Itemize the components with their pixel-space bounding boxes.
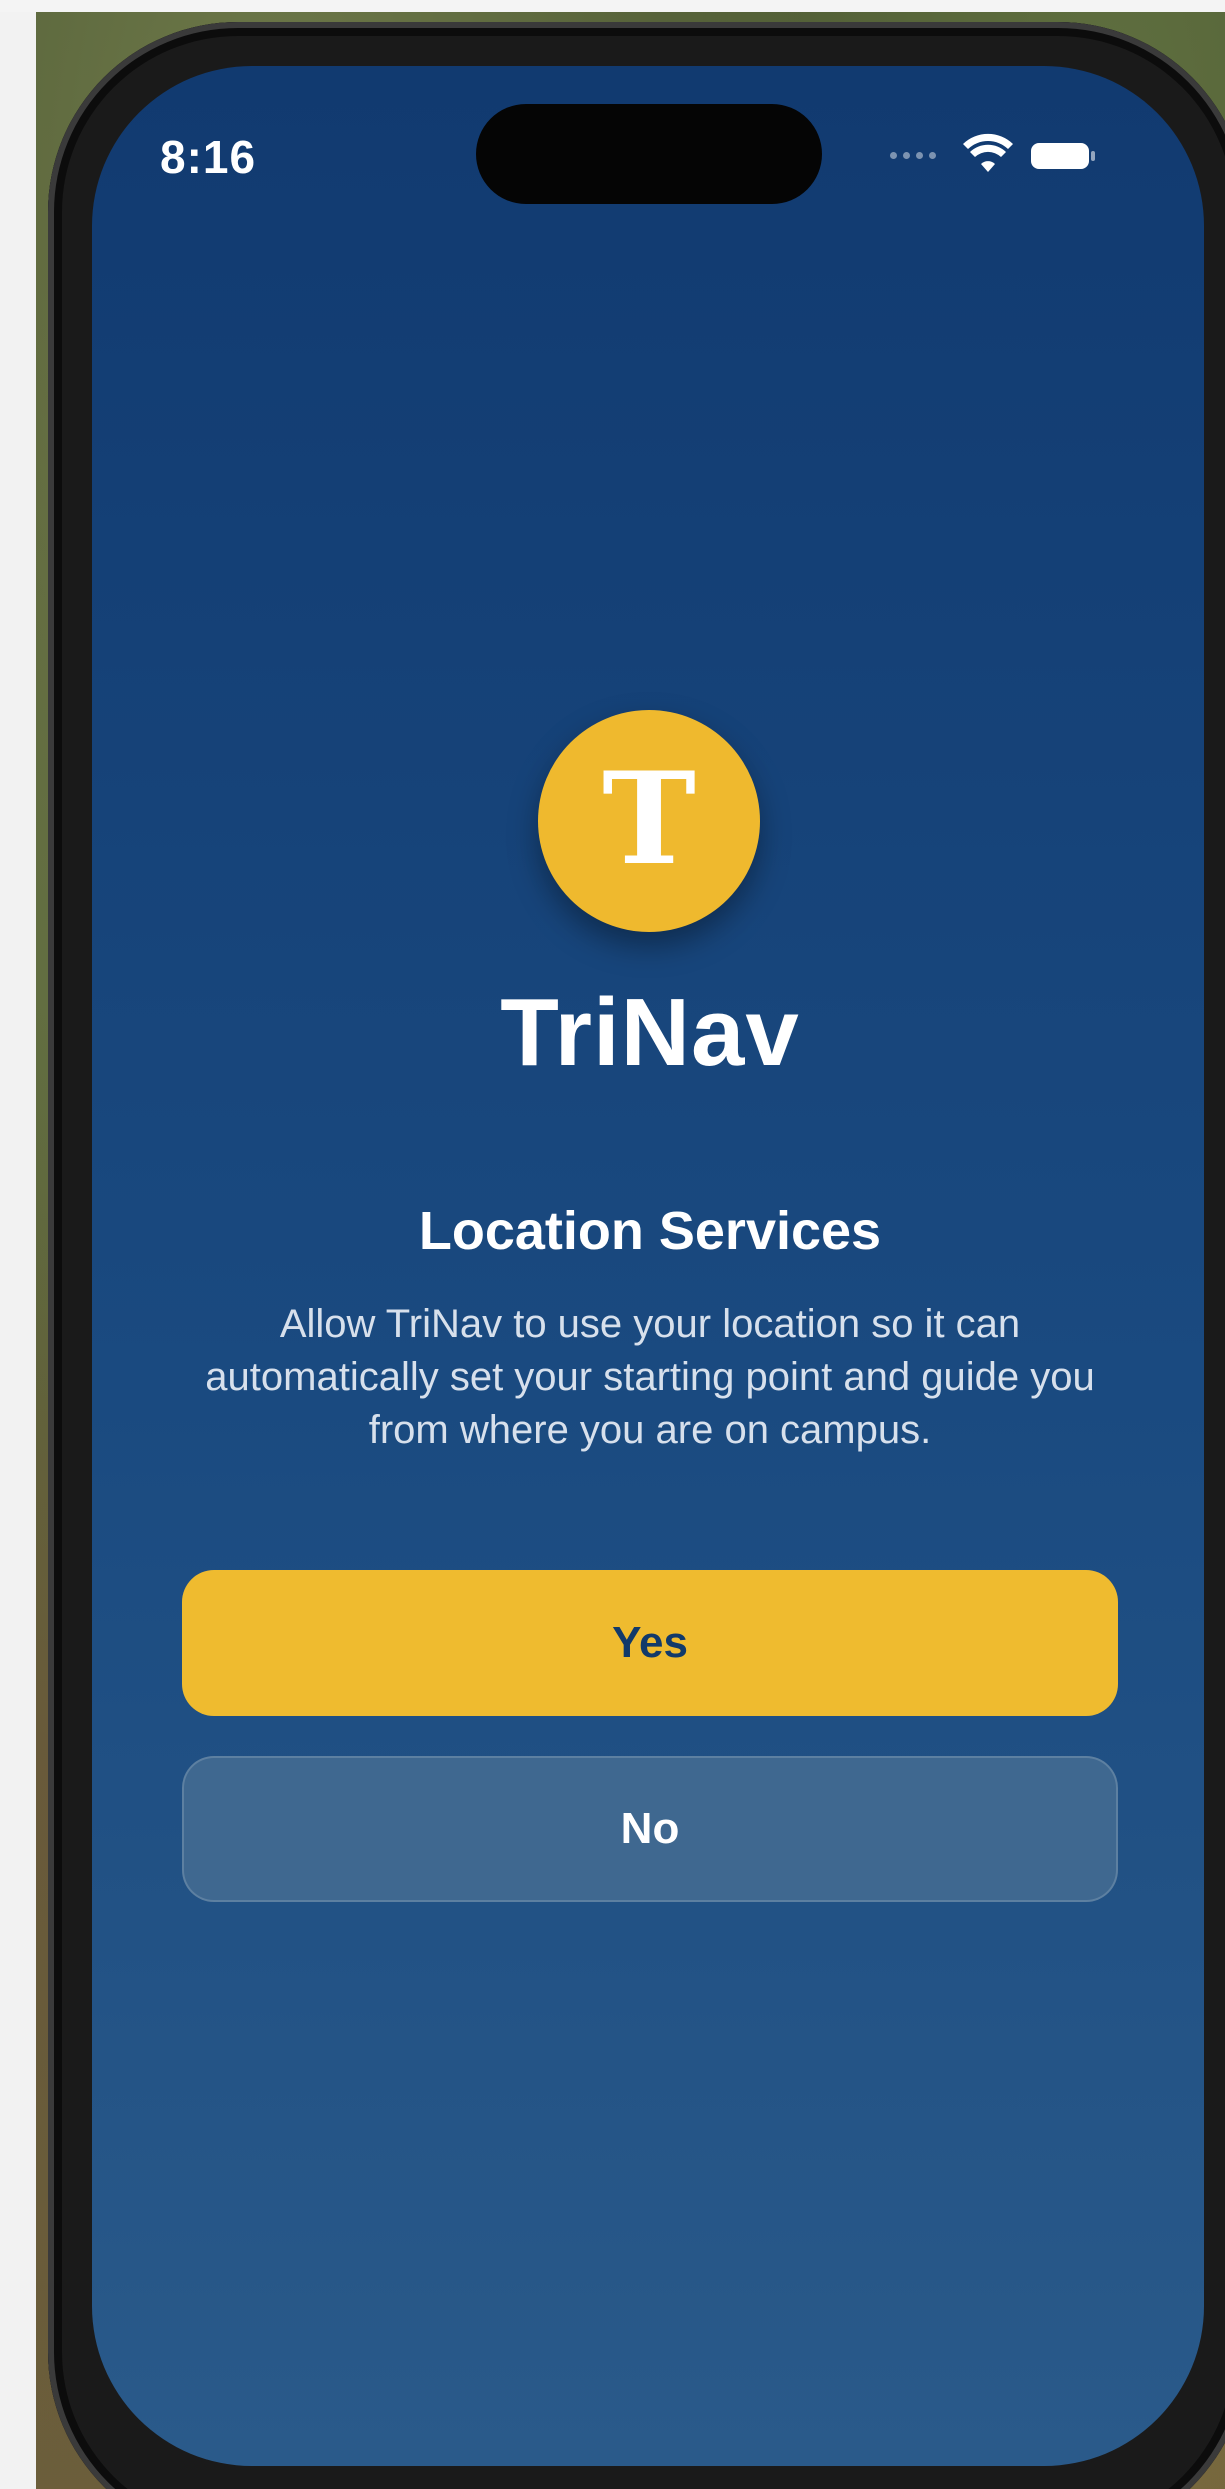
no-button[interactable]: No [182, 1756, 1118, 1902]
permission-title: Location Services [418, 1201, 882, 1261]
screenshot-stage: 8:16 T TriNav Location Services Allow Tr… [0, 0, 1225, 2489]
phone-screen [92, 66, 1204, 2466]
no-button-label: No [620, 1804, 680, 1853]
status-time: 8:16 [160, 131, 257, 183]
signal-dots-icon [890, 152, 936, 159]
app-name: TriNav [500, 979, 800, 1086]
battery-icon [1031, 143, 1095, 169]
dynamic-island [476, 104, 822, 204]
logo-letter: T [602, 745, 696, 893]
wifi-icon [963, 133, 1013, 172]
yes-button-label: Yes [612, 1618, 688, 1667]
app-logo-icon: T [538, 710, 760, 932]
permission-description: Allow TriNav to use your location so it … [205, 1302, 1095, 1452]
yes-button[interactable]: Yes [182, 1570, 1118, 1716]
